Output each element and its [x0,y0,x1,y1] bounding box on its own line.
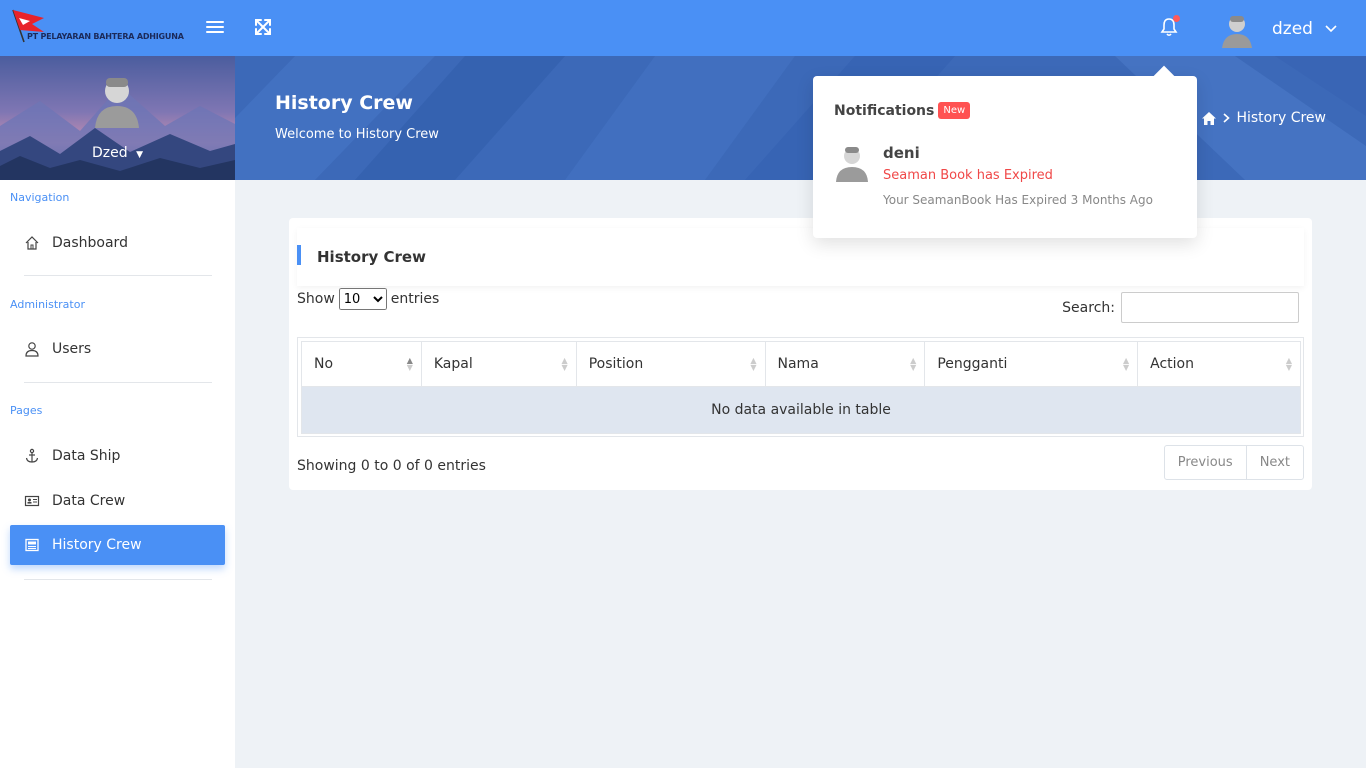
search-label: Search: [1062,299,1115,316]
column-header-kapal[interactable]: Kapal ▲ ▼ [420,341,577,387]
profile-name: Dzed [91,145,128,161]
sidebar: Dzed ▼ Navigation Dashboard Administrato… [0,56,235,768]
column-label: Pengganti [937,356,1008,372]
sidebar-item-label: Users [52,341,92,357]
breadcrumb-current: History Crew [1236,110,1326,126]
column-label: Action [1150,356,1194,372]
avatar [836,147,868,182]
user-menu[interactable]: dzed [1218,10,1337,48]
sort-icon: ▲ ▼ [910,356,917,372]
sidebar-item-history-crew[interactable]: History Crew [10,525,225,565]
column-header-nama[interactable]: Nama ▲ ▼ [764,341,926,387]
next-button[interactable]: Next [1245,446,1303,479]
page-length-control: Show 10 entries [297,288,439,310]
column-label: Position [588,356,644,372]
previous-button[interactable]: Previous [1165,446,1246,479]
notifications-dropdown: Notifications New deni Seaman Book has E… [813,65,1197,238]
notification-detail: Your SeamanBook Has Expired 3 Months Ago [883,193,1153,207]
sort-icon: ▲ ▼ [406,356,413,372]
newspaper-icon [25,538,39,552]
empty-table-message: No data available in table [301,386,1301,434]
history-crew-table: No ▲ ▼ Kapal ▲ ▼ Position ▲ ▼ Nama ▲ ▼ Pengganti… [301,341,1301,434]
chevron-right-icon [1223,113,1231,123]
home-icon [25,236,39,250]
notifications-title: Notifications [834,102,935,119]
caret-down-icon: ▼ [136,150,143,160]
column-header-position[interactable]: Position ▲ ▼ [575,341,766,387]
sidebar-item-dashboard[interactable]: Dashboard [10,223,225,263]
new-badge: New [938,102,971,119]
notification-item[interactable]: deni Seaman Book has Expired Your Seaman… [835,142,1175,212]
id-card-icon [24,495,40,507]
nav-section-navigation: Navigation [10,191,70,204]
notification-bell-icon[interactable] [1160,15,1180,39]
company-name: PT PELAYARAN BAHTERA ADHIGUNA [27,32,184,41]
column-header-pengganti[interactable]: Pengganti ▲ ▼ [924,341,1139,387]
top-navbar: PT PELAYARAN BAHTERA ADHIGUNA dzed [0,0,1366,56]
avatar [95,78,139,128]
column-label: Nama [777,356,819,372]
notification-dot [1173,15,1180,22]
divider [24,275,212,276]
table-info: Showing 0 to 0 of 0 entries [297,458,486,474]
history-crew-card: History Crew Show 10 entries Search: No ▲… [289,218,1312,490]
column-label: No [314,356,334,372]
sort-icon: ▲ ▼ [561,356,568,372]
column-header-action[interactable]: Action ▲ ▼ [1137,341,1301,387]
divider [24,579,212,580]
search-control: Search: [1062,292,1299,323]
page-subtitle: Welcome to History Crew [275,127,439,142]
card-accent-bar [297,245,301,265]
nav-section-pages: Pages [10,404,43,417]
notification-message: Seaman Book has Expired [883,168,1053,183]
company-logo[interactable]: PT PELAYARAN BAHTERA ADHIGUNA [10,8,184,46]
profile-name-dropdown[interactable]: Dzed ▼ [0,145,235,161]
fullscreen-icon[interactable] [254,18,272,36]
user-name: dzed [1272,19,1313,39]
table-wrapper: No ▲ ▼ Kapal ▲ ▼ Position ▲ ▼ Nama ▲ ▼ Pengganti… [297,337,1304,437]
breadcrumb: History Crew [1201,110,1326,126]
notifications-header: Notifications New [834,102,971,119]
sidebar-item-data-ship[interactable]: Data Ship [10,436,225,476]
nav-section-administrator: Administrator [10,298,85,311]
search-input[interactable] [1121,292,1299,323]
user-icon [25,342,39,357]
sort-icon: ▲ ▼ [750,356,757,372]
table-row: No data available in table [301,386,1301,434]
sidebar-item-data-crew[interactable]: Data Crew [10,481,225,521]
page-title: History Crew [275,92,413,114]
show-label: Show [297,291,335,307]
page-length-select[interactable]: 10 [338,288,387,310]
sidebar-item-users[interactable]: Users [10,329,225,369]
sidebar-item-label: Data Ship [52,448,121,464]
menu-toggle-icon[interactable] [206,18,224,36]
notification-user: deni [883,144,920,162]
sidebar-item-label: History Crew [52,537,142,553]
sort-icon: ▲ ▼ [1285,356,1292,372]
home-icon[interactable] [1201,111,1217,126]
card-title: History Crew [317,248,426,266]
chevron-down-icon [1325,25,1337,33]
anchor-icon [25,448,39,463]
table-header-row: No ▲ ▼ Kapal ▲ ▼ Position ▲ ▼ Nama ▲ ▼ Pengganti… [301,341,1301,387]
entries-label: entries [390,291,440,307]
avatar [1222,16,1252,48]
sidebar-item-label: Dashboard [52,235,128,251]
sidebar-item-label: Data Crew [52,493,126,509]
column-label: Kapal [433,356,473,372]
column-header-no[interactable]: No ▲ ▼ [301,341,422,387]
pagination: Previous Next [1163,445,1304,480]
sort-icon: ▲ ▼ [1122,356,1130,372]
divider [24,382,212,383]
sidebar-profile: Dzed ▼ [0,56,235,180]
